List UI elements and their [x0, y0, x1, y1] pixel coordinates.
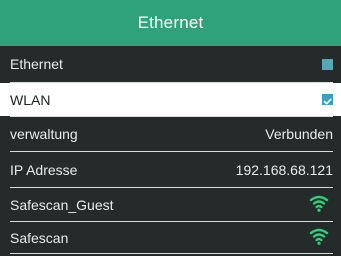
network-name: Safescan_Guest: [10, 196, 114, 213]
wlan-label: WLAN: [10, 91, 51, 108]
page-title: Ethernet: [137, 13, 204, 32]
divider: [10, 253, 333, 254]
verwaltung-row[interactable]: verwaltung Verbunden: [0, 117, 341, 150]
wlan-row[interactable]: WLAN: [0, 83, 341, 116]
network-row-safescan[interactable]: Safescan: [0, 222, 341, 253]
ethernet-row[interactable]: Ethernet: [0, 46, 341, 82]
wifi-icon: [309, 226, 329, 249]
network-name: Safescan: [10, 229, 69, 246]
title-bar: Ethernet: [0, 0, 341, 46]
check-icon: [323, 98, 332, 105]
wlan-checkbox[interactable]: [322, 94, 333, 105]
connection-status: Verbunden: [265, 125, 333, 142]
verwaltung-label: verwaltung: [10, 125, 78, 142]
ip-address-label: IP Adresse: [10, 161, 78, 178]
ethernet-label: Ethernet: [10, 56, 63, 72]
ip-address-value: 192.168.68.121: [235, 161, 333, 178]
wifi-icon: [309, 193, 329, 216]
ip-address-row[interactable]: IP Adresse 192.168.68.121: [0, 152, 341, 187]
network-row-safescan-guest[interactable]: Safescan_Guest: [0, 188, 341, 221]
ethernet-checkbox[interactable]: [322, 58, 333, 70]
